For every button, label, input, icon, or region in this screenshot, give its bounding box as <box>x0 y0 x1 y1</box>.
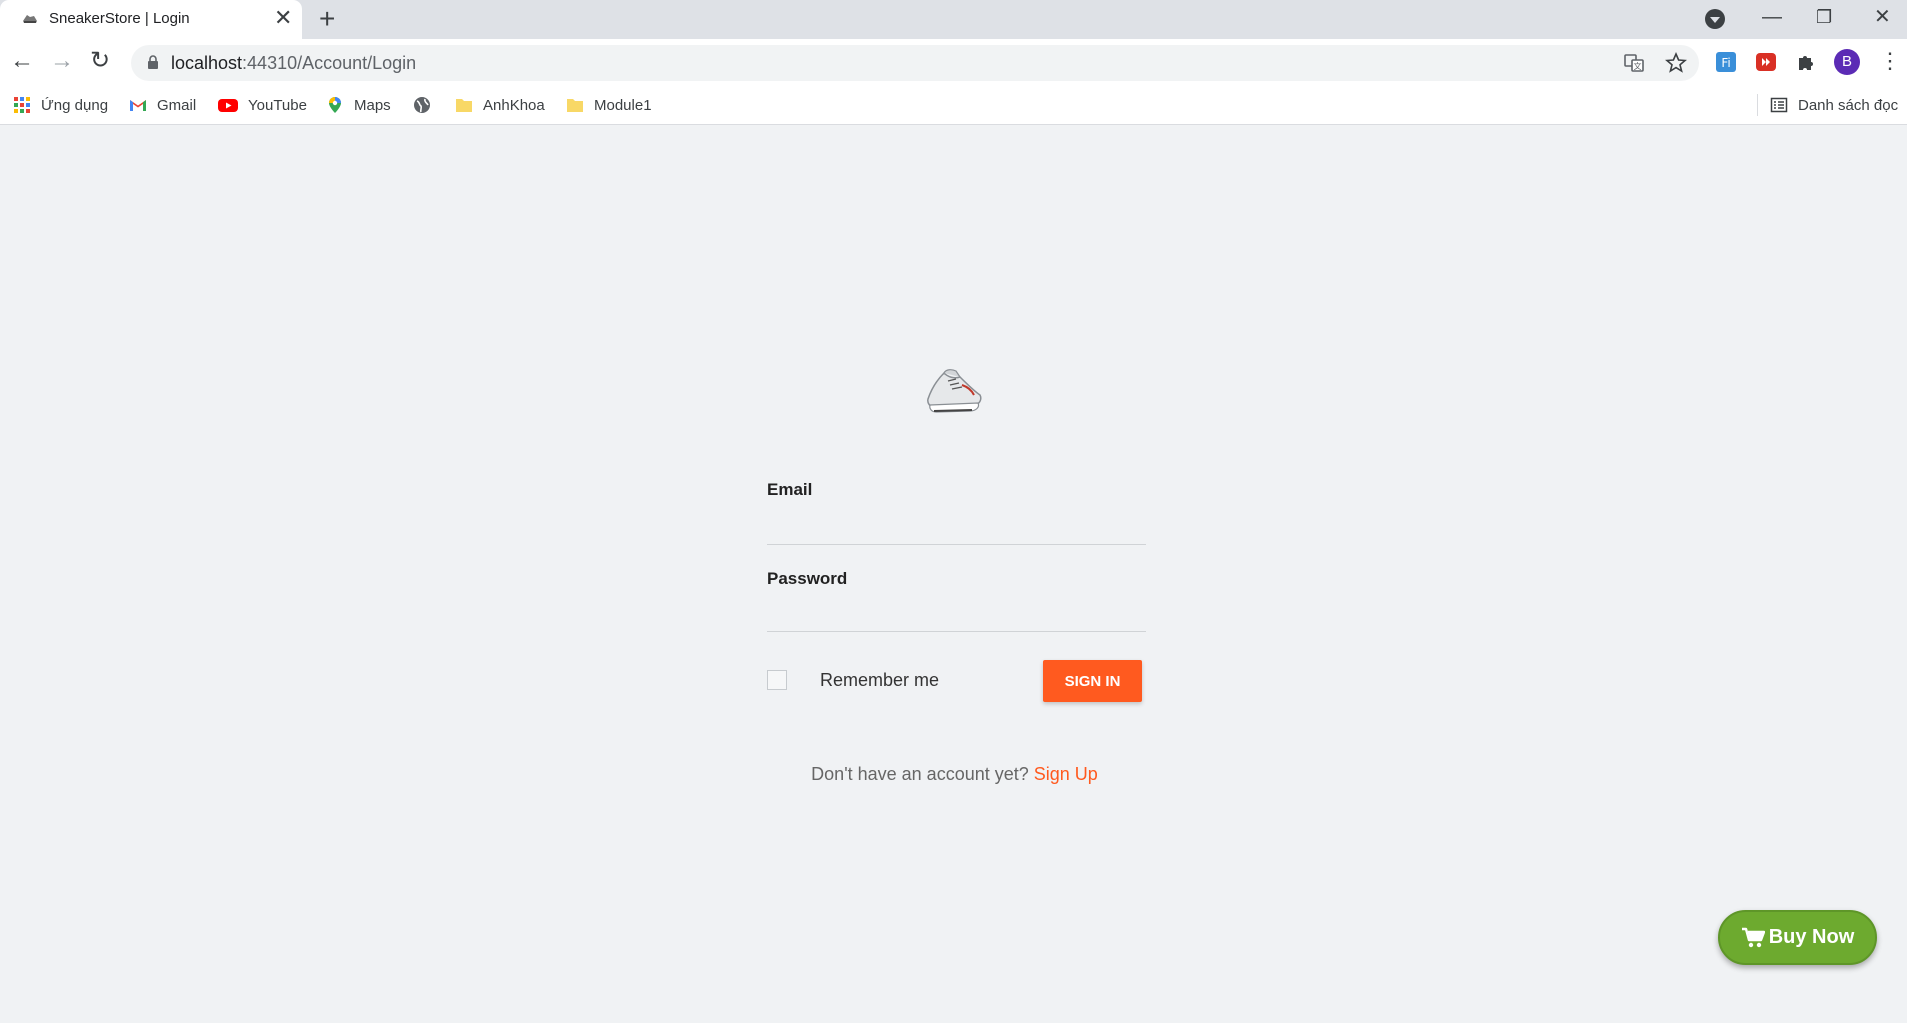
close-window-button[interactable]: ✕ <box>1874 3 1891 31</box>
lock-icon[interactable] <box>147 55 159 69</box>
browser-tab[interactable]: SneakerStore | Login ✕ <box>0 0 302 39</box>
maps-pin-icon <box>329 97 341 113</box>
address-bar[interactable]: localhost:44310/Account/Login 文 <box>131 45 1699 81</box>
browser-menu-icon[interactable]: ⋮ <box>1879 48 1901 74</box>
signup-prompt: Don't have an account yet? Sign Up <box>767 764 1142 785</box>
bookmark-maps[interactable]: Maps <box>326 86 391 124</box>
youtube-icon <box>218 99 238 112</box>
tab-close-icon[interactable]: ✕ <box>274 7 292 29</box>
bookmark-youtube[interactable]: YouTube <box>218 86 307 124</box>
buy-now-label: Buy Now <box>1768 926 1855 948</box>
password-field[interactable] <box>767 603 1146 632</box>
bookmark-anhkhoa[interactable]: AnhKhoa <box>455 86 545 124</box>
email-field[interactable] <box>767 516 1146 545</box>
url-text[interactable]: localhost:44310/Account/Login <box>171 53 416 74</box>
bookmarks-divider <box>1757 94 1758 116</box>
tab-title: SneakerStore | Login <box>49 10 190 27</box>
video-extension-icon[interactable] <box>1754 50 1778 74</box>
globe-icon <box>414 97 430 113</box>
signup-prompt-text: Don't have an account yet? <box>811 764 1029 784</box>
bookmark-label: Maps <box>354 96 391 114</box>
restore-button[interactable]: ❐ <box>1816 3 1832 31</box>
translate-icon[interactable]: 文 <box>1623 52 1645 74</box>
bookmark-label: AnhKhoa <box>483 96 545 114</box>
sneaker-icon <box>23 15 37 23</box>
bookmark-label: Ứng dụng <box>41 96 109 114</box>
extensions-puzzle-icon[interactable] <box>1794 50 1818 74</box>
tab-search-icon[interactable] <box>1705 9 1725 29</box>
remember-me-label[interactable]: Remember me <box>820 670 939 691</box>
browser-toolbar: ← → ↻ localhost:44310/Account/Login 文 Fi… <box>0 39 1907 86</box>
new-tab-button[interactable]: + <box>319 5 335 33</box>
bookmark-gmail[interactable]: Gmail <box>129 86 196 124</box>
bookmark-star-icon[interactable] <box>1665 52 1687 74</box>
bookmark-module1[interactable]: Module1 <box>566 86 652 124</box>
reload-button[interactable]: ↻ <box>90 49 110 73</box>
bookmark-apps[interactable]: Ứng dụng <box>13 86 108 124</box>
svg-text:Fi: Fi <box>1721 56 1730 70</box>
profile-avatar[interactable]: B <box>1834 49 1860 75</box>
buy-now-button[interactable]: Buy Now <box>1718 910 1877 965</box>
sneaker-logo <box>927 369 982 413</box>
reading-list-label: Danh sách đọc <box>1798 96 1899 114</box>
fi-extension-icon[interactable]: Fi <box>1714 50 1738 74</box>
bookmarks-bar: Ứng dụng Gmail YouTube Maps AnhKhoa Modu… <box>0 86 1907 125</box>
svg-text:文: 文 <box>1634 61 1642 71</box>
minimize-button[interactable]: — <box>1762 3 1782 31</box>
forward-button[interactable]: → <box>50 49 74 73</box>
sign-in-button[interactable]: SIGN IN <box>1043 660 1142 702</box>
tab-strip: SneakerStore | Login ✕ + — ❐ ✕ <box>0 0 1907 39</box>
sign-up-link[interactable]: Sign Up <box>1034 764 1098 784</box>
folder-icon <box>567 99 583 112</box>
bookmark-label: YouTube <box>248 96 307 114</box>
bookmark-globe[interactable] <box>413 86 441 124</box>
folder-icon <box>456 99 472 112</box>
gmail-icon <box>130 100 146 111</box>
reading-list-icon <box>1770 97 1788 113</box>
back-button[interactable]: ← <box>10 49 34 73</box>
reading-list-button[interactable]: Danh sách đọc <box>1770 86 1898 124</box>
remember-me-checkbox[interactable] <box>767 670 787 690</box>
bookmark-label: Module1 <box>594 96 652 114</box>
password-label: Password <box>767 569 848 588</box>
apps-grid-icon <box>14 97 30 113</box>
bookmark-label: Gmail <box>157 96 197 114</box>
email-label: Email <box>767 480 813 499</box>
cart-icon <box>1741 927 1765 947</box>
